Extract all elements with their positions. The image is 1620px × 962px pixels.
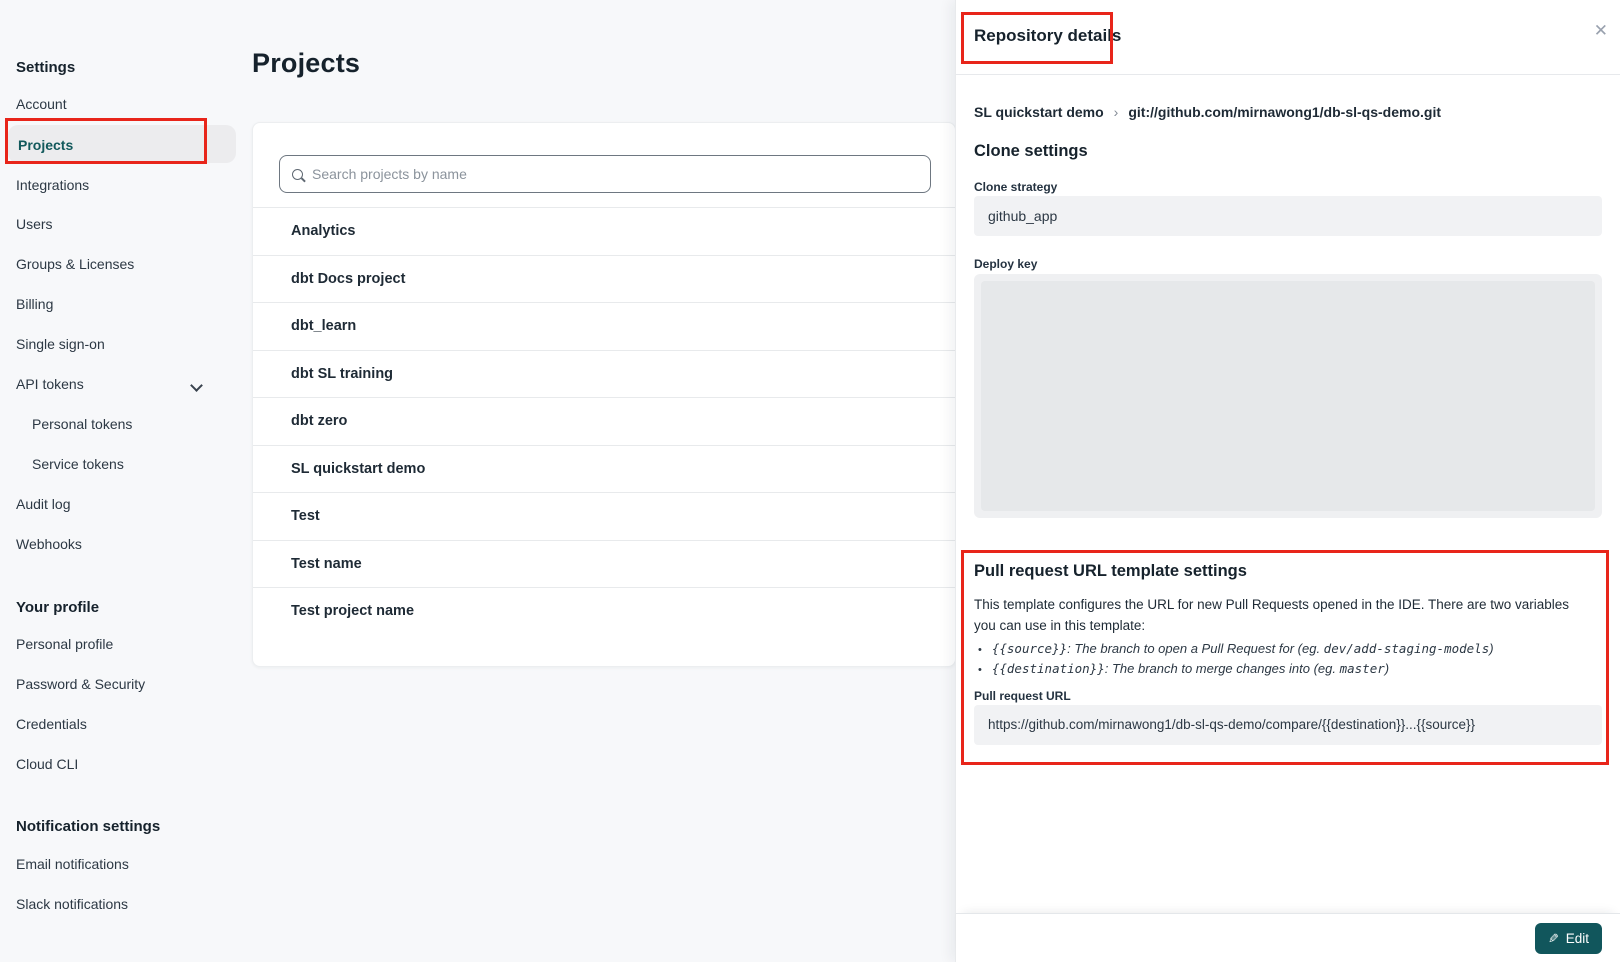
sidebar-item-personal-profile[interactable]: Personal profile bbox=[16, 636, 113, 652]
bullet-destination-suffix: ) bbox=[1385, 660, 1389, 679]
edit-button-label: Edit bbox=[1566, 931, 1589, 946]
pencil-icon: ✎ bbox=[1548, 932, 1559, 945]
project-row-test-name[interactable]: Test name bbox=[253, 540, 955, 588]
sidebar-item-slack-notifications[interactable]: Slack notifications bbox=[16, 896, 128, 912]
bullet-destination: • {{destination}} : The branch to merge … bbox=[978, 660, 1494, 680]
bullet-source: • {{source}} : The branch to open a Pull… bbox=[978, 640, 1494, 660]
sidebar-item-billing[interactable]: Billing bbox=[16, 296, 53, 312]
clone-strategy-label: Clone strategy bbox=[974, 180, 1057, 194]
breadcrumb: SL quickstart demo › git://github.com/mi… bbox=[974, 104, 1441, 120]
deploy-key-box bbox=[974, 274, 1602, 518]
sidebar-item-account[interactable]: Account bbox=[16, 96, 67, 112]
projects-card: Analytics dbt Docs project dbt_learn dbt… bbox=[252, 122, 956, 667]
panel-title: Repository details bbox=[974, 26, 1121, 46]
bullet-destination-text: : The branch to merge changes into (eg. bbox=[1105, 660, 1340, 679]
sidebar-notifications-heading: Notification settings bbox=[16, 818, 160, 835]
project-row-dbt-zero[interactable]: dbt zero bbox=[253, 397, 955, 445]
project-row-sl-quickstart-demo[interactable]: SL quickstart demo bbox=[253, 445, 955, 493]
deploy-key-redacted-value bbox=[981, 281, 1595, 511]
project-row-dbt-learn[interactable]: dbt_learn bbox=[253, 302, 955, 350]
sidebar-item-users[interactable]: Users bbox=[16, 216, 53, 232]
sidebar-settings-heading: Settings bbox=[16, 59, 75, 76]
bullet-source-suffix: ) bbox=[1489, 640, 1493, 659]
bullet-destination-example: master bbox=[1340, 660, 1385, 679]
panel-footer: ✎ Edit bbox=[956, 913, 1620, 962]
search-icon bbox=[292, 169, 303, 180]
pr-url-label: Pull request URL bbox=[974, 689, 1071, 703]
pr-template-bullets: • {{source}} : The branch to open a Pull… bbox=[978, 640, 1494, 679]
project-list: Analytics dbt Docs project dbt_learn dbt… bbox=[253, 207, 955, 635]
repository-details-panel: Repository details ✕ SL quickstart demo … bbox=[955, 0, 1620, 962]
bullet-source-example: dev/add-staging-models bbox=[1324, 640, 1490, 659]
pr-url-value: https://github.com/mirnawong1/db-sl-qs-d… bbox=[974, 705, 1602, 745]
sidebar-item-webhooks[interactable]: Webhooks bbox=[16, 536, 82, 552]
page-title: Projects bbox=[252, 48, 360, 79]
breadcrumb-repo-url: git://github.com/mirnawong1/db-sl-qs-dem… bbox=[1128, 104, 1441, 120]
clone-strategy-value: github_app bbox=[974, 196, 1602, 236]
edit-button[interactable]: ✎ Edit bbox=[1535, 923, 1602, 954]
pr-template-heading: Pull request URL template settings bbox=[974, 562, 1247, 581]
project-row-analytics[interactable]: Analytics bbox=[253, 207, 955, 255]
settings-sidebar: Settings Account Projects Integrations U… bbox=[0, 0, 240, 962]
panel-header-divider bbox=[956, 74, 1620, 75]
sidebar-item-integrations[interactable]: Integrations bbox=[16, 177, 89, 193]
chevron-down-icon[interactable] bbox=[190, 379, 203, 392]
sidebar-item-cloud-cli[interactable]: Cloud CLI bbox=[16, 756, 78, 772]
project-row-test[interactable]: Test bbox=[253, 492, 955, 540]
search-input[interactable] bbox=[312, 166, 918, 182]
sidebar-item-service-tokens[interactable]: Service tokens bbox=[32, 456, 124, 472]
pr-template-description: This template configures the URL for new… bbox=[974, 594, 1592, 636]
bullet-dot-icon: • bbox=[978, 641, 982, 660]
breadcrumb-project: SL quickstart demo bbox=[974, 104, 1104, 120]
sidebar-profile-heading: Your profile bbox=[16, 599, 99, 616]
breadcrumb-chevron-icon: › bbox=[1114, 104, 1119, 120]
sidebar-item-password-security[interactable]: Password & Security bbox=[16, 676, 145, 692]
sidebar-item-personal-tokens[interactable]: Personal tokens bbox=[32, 416, 132, 432]
sidebar-item-audit-log[interactable]: Audit log bbox=[16, 496, 70, 512]
project-row-dbt-sl-training[interactable]: dbt SL training bbox=[253, 350, 955, 398]
bullet-dot-icon: • bbox=[978, 661, 982, 680]
deploy-key-label: Deploy key bbox=[974, 257, 1037, 271]
sidebar-item-single-sign-on[interactable]: Single sign-on bbox=[16, 336, 105, 352]
sidebar-item-api-tokens[interactable]: API tokens bbox=[16, 376, 84, 392]
project-row-test-project-name[interactable]: Test project name bbox=[253, 587, 955, 635]
sidebar-item-email-notifications[interactable]: Email notifications bbox=[16, 856, 129, 872]
close-icon[interactable]: ✕ bbox=[1594, 22, 1608, 39]
bullet-source-text: : The branch to open a Pull Request for … bbox=[1067, 640, 1324, 659]
sidebar-item-projects[interactable]: Projects bbox=[18, 137, 73, 153]
sidebar-item-groups-licenses[interactable]: Groups & Licenses bbox=[16, 256, 134, 272]
sidebar-item-credentials[interactable]: Credentials bbox=[16, 716, 87, 732]
clone-settings-heading: Clone settings bbox=[974, 142, 1088, 161]
project-search-box[interactable] bbox=[279, 155, 931, 193]
project-row-dbt-docs-project[interactable]: dbt Docs project bbox=[253, 255, 955, 303]
bullet-source-var: {{source}} bbox=[992, 640, 1067, 659]
bullet-destination-var: {{destination}} bbox=[992, 660, 1105, 679]
